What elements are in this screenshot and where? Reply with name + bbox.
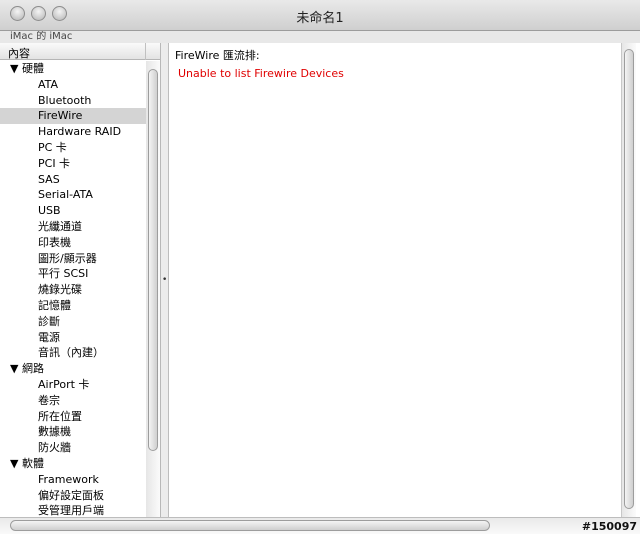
contents-column-header[interactable]: 內容 (0, 43, 160, 60)
tree-item-label: ATA (38, 77, 59, 91)
tree-item[interactable]: 印表機 (0, 235, 146, 251)
horizontal-scroll-thumb[interactable] (10, 520, 490, 531)
tree-item-label: 卷宗 (38, 393, 60, 407)
tree-item[interactable]: AirPort 卡 (0, 377, 146, 393)
watermark-label: #150097 (581, 520, 637, 533)
tree-category-label: ▼ 網路 (10, 362, 44, 376)
tree-item-label: 診斷 (38, 314, 60, 328)
tree-item-label: Hardware RAID (38, 125, 122, 139)
tree-item-label: Serial-ATA (38, 188, 93, 202)
sidebar-vertical-scrollbar[interactable] (146, 61, 160, 517)
tree-item[interactable]: 圖形/顯示器 (0, 251, 146, 267)
tree-item[interactable]: SAS (0, 172, 146, 188)
tree-item-label: 圖形/顯示器 (38, 251, 97, 265)
computer-name: iMac 的 iMac (10, 31, 73, 42)
tree-item-label: 燒錄光碟 (38, 283, 82, 297)
tree-item-label: USB (38, 204, 61, 218)
tree-item-label: Framework (38, 472, 99, 486)
tree-item[interactable]: 數據機 (0, 424, 146, 440)
tree-item-label: PCI 卡 (38, 156, 71, 170)
contents-sidebar: 內容 ▼ 硬體 ATA Bluetooth FireWire Hardware RAID… (0, 43, 161, 517)
tree-item[interactable]: ATA (0, 77, 146, 93)
tree-item-label: 偏好設定面板 (38, 488, 104, 502)
tree-item[interactable]: 所在位置 (0, 409, 146, 425)
tree-item[interactable]: 音訊（內建） (0, 345, 146, 361)
sidebar-scroll-thumb[interactable] (148, 69, 158, 451)
tree-item-label: 數據機 (38, 425, 71, 439)
tree-item-label: 所在位置 (38, 409, 82, 423)
window-title: 未命名1 (296, 11, 344, 26)
tree-item[interactable]: Serial-ATA (0, 187, 146, 203)
tree-item-label: 受管理用戶端 (38, 504, 104, 517)
column-divider (145, 43, 146, 60)
tree-category-label: ▼ 硬體 (10, 62, 44, 75)
tree-item[interactable]: 診斷 (0, 314, 146, 330)
tree-item-label: PC 卡 (38, 140, 67, 154)
detail-vertical-scrollbar[interactable] (621, 43, 636, 517)
tree-item-label: 電源 (38, 330, 60, 344)
contents-tree: ▼ 硬體 ATA Bluetooth FireWire Hardware RAID PC … (0, 61, 146, 517)
tree-item-label: FireWire (38, 109, 83, 123)
tree-category[interactable]: ▼ 軟體 (0, 456, 146, 472)
tree-item-label: 印表機 (38, 235, 71, 249)
tree-item-label: 音訊（內建） (38, 346, 104, 360)
tree-item[interactable]: 受管理用戶端 (0, 503, 146, 517)
split-view-divider[interactable]: • (161, 43, 169, 517)
tree-item-label: 防火牆 (38, 441, 71, 455)
tree-item[interactable]: PCI 卡 (0, 156, 146, 172)
computer-name-bar: iMac 的 iMac (0, 31, 640, 43)
tree-item[interactable]: Bluetooth (0, 93, 146, 109)
tree-item[interactable]: 光纖通道 (0, 219, 146, 235)
splitter-handle-icon: • (162, 275, 168, 285)
tree-item-label: AirPort 卡 (38, 377, 90, 391)
tree-item[interactable]: 偏好設定面板 (0, 488, 146, 504)
tree-item[interactable]: 電源 (0, 330, 146, 346)
horizontal-scrollbar[interactable]: #150097 (0, 517, 640, 534)
tree-item[interactable]: 燒錄光碟 (0, 282, 146, 298)
tree-item[interactable]: 記憶體 (0, 298, 146, 314)
tree-item-label: 光纖通道 (38, 219, 82, 233)
tree-item[interactable]: Hardware RAID (0, 124, 146, 140)
contents-header-label: 內容 (8, 47, 30, 60)
tree-item-label: 平行 SCSI (38, 267, 89, 281)
window-titlebar: 未命名1 (0, 0, 640, 31)
tree-item[interactable]: 卷宗 (0, 393, 146, 409)
detail-scroll-thumb[interactable] (624, 49, 634, 509)
detail-pane: FireWire 匯流排: Unable to list Firewire De… (169, 43, 621, 517)
tree-category[interactable]: ▼ 硬體 (0, 61, 146, 77)
tree-item[interactable]: Framework (0, 472, 146, 488)
tree-item-label: SAS (38, 172, 60, 186)
tree-category[interactable]: ▼ 網路 (0, 361, 146, 377)
tree-item[interactable]: FireWire (0, 108, 146, 125)
tree-item[interactable]: USB (0, 203, 146, 219)
tree-item[interactable]: PC 卡 (0, 140, 146, 156)
firewire-bus-heading: FireWire 匯流排: (175, 49, 260, 62)
tree-item-label: 記憶體 (38, 298, 71, 312)
tree-item-label: Bluetooth (38, 93, 92, 107)
tree-item[interactable]: 防火牆 (0, 440, 146, 456)
error-message: Unable to list Firewire Devices (178, 67, 344, 80)
tree-item[interactable]: 平行 SCSI (0, 266, 146, 282)
tree-category-label: ▼ 軟體 (10, 456, 44, 470)
